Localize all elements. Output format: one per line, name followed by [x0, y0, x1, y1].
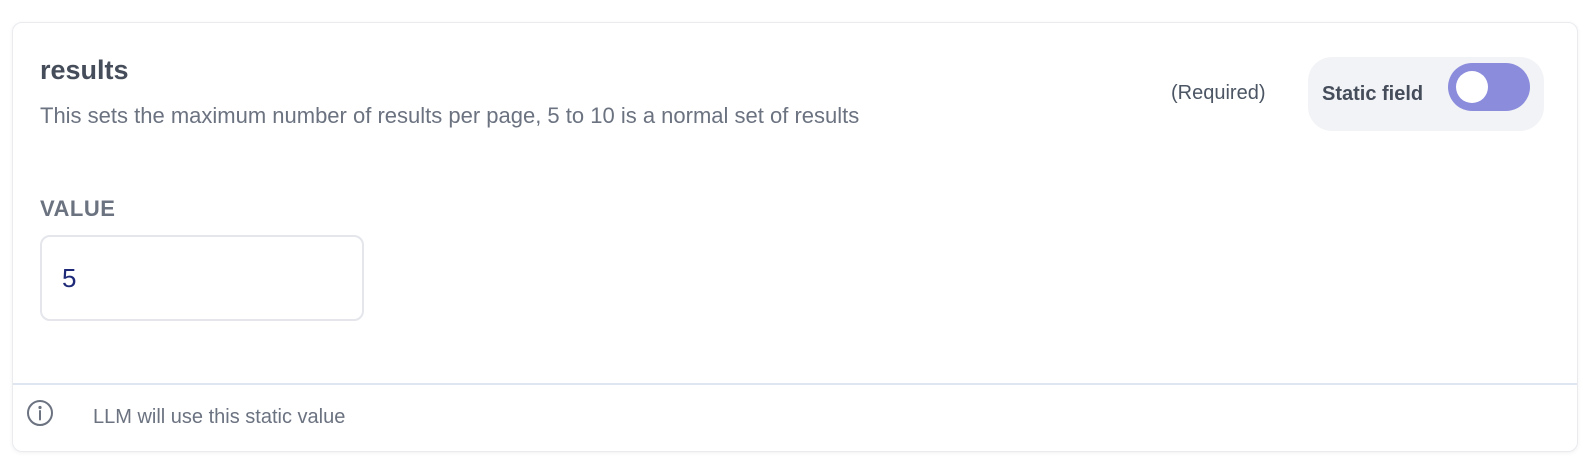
field-name: results — [40, 55, 129, 85]
parameter-card: results This sets the maximum number of … — [12, 22, 1578, 452]
required-label: (Required) — [1171, 82, 1266, 104]
static-field-label: Static field — [1322, 83, 1424, 105]
static-field-toggle[interactable] — [1448, 63, 1530, 111]
toggle-knob — [1456, 71, 1488, 103]
static-field-control: Static field — [1308, 57, 1544, 131]
footer-message: LLM will use this static value — [93, 406, 346, 428]
value-input[interactable] — [40, 235, 364, 321]
value-label: VALUE — [40, 196, 116, 221]
info-icon — [26, 399, 54, 427]
footer-info: LLM will use this static value — [13, 383, 1577, 451]
field-description: This sets the maximum number of results … — [40, 103, 860, 128]
